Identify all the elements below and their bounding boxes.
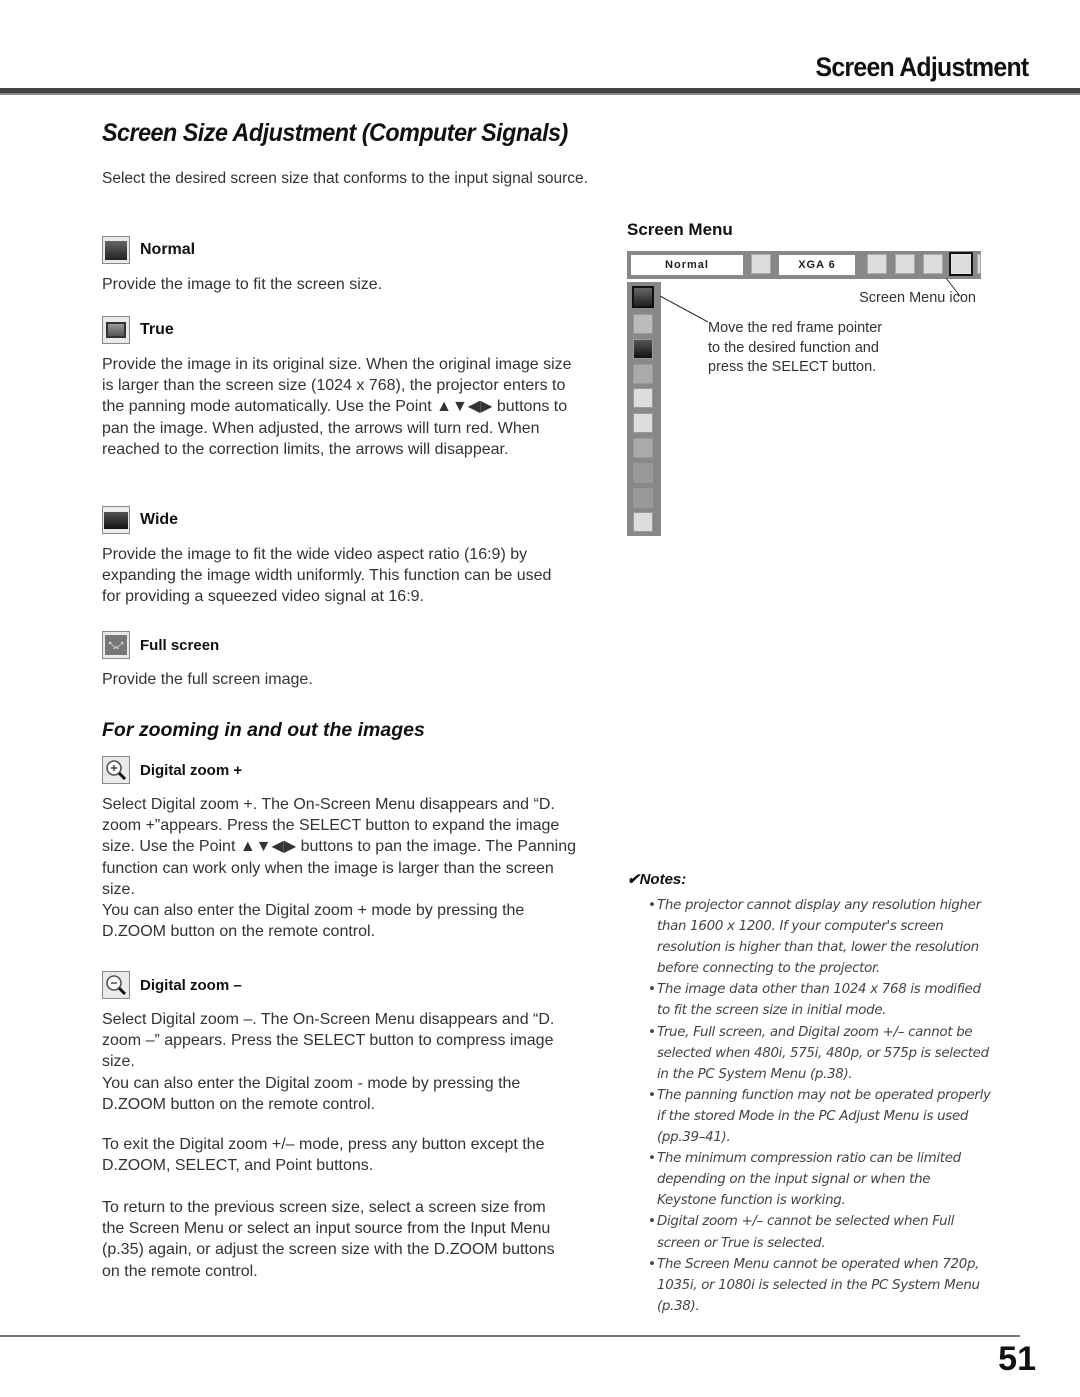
normal-screen-icon	[102, 236, 130, 264]
rear-icon	[633, 488, 653, 508]
note-item: The Screen Menu cannot be operated when …	[648, 1254, 993, 1317]
note-item: True, Full screen, and Digital zoom +/– …	[648, 1022, 993, 1085]
item-wide-heading: Wide	[102, 506, 178, 534]
note-item: The minimum compression ratio can be lim…	[648, 1148, 993, 1211]
item-label: True	[140, 321, 174, 338]
note-item: The image data other than 1024 x 768 is …	[648, 979, 993, 1021]
item-zoom-out-text: Select Digital zoom –. The On-Screen Men…	[102, 1009, 587, 1115]
paragraph: Provide the image to fit the screen size…	[102, 276, 383, 293]
header-rule	[0, 88, 1080, 95]
full-screen-icon	[633, 364, 653, 384]
osd-mode-field: Normal	[631, 255, 743, 275]
true-screen-icon	[102, 316, 130, 344]
return-size-text: To return to the previous screen size, s…	[102, 1199, 555, 1280]
wide-screen-icon	[102, 506, 130, 534]
paragraph: Select Digital zoom +. The On-Screen Men…	[102, 796, 577, 898]
notes-list: The projector cannot display any resolut…	[648, 895, 993, 1317]
page-number: 51	[998, 1340, 1036, 1378]
osd-menu-bar: Normal XGA 6	[627, 251, 981, 279]
wide-icon	[633, 339, 653, 359]
exit-icon	[633, 512, 653, 532]
callout-line: press the SELECT button.	[708, 359, 877, 375]
intro-text: Select the desired screen size that conf…	[102, 170, 588, 187]
paragraph: Provide the image in its original size. …	[102, 356, 572, 458]
zoom-section-title: For zooming in and out the images	[102, 719, 425, 741]
notes-title: Notes:	[639, 871, 687, 888]
zoom-out-icon	[102, 971, 130, 999]
paragraph: You can also enter the Digital zoom + mo…	[102, 902, 525, 941]
image-select-icon	[895, 254, 915, 274]
item-zoom-in-heading: Digital zoom +	[102, 756, 242, 784]
item-wide-text: Provide the image to fit the wide video …	[102, 544, 572, 608]
item-label: Wide	[140, 511, 179, 528]
screen-menu-icon	[949, 252, 973, 276]
pointer-callout: Move the red frame pointer to the desire…	[708, 319, 882, 378]
zoom-in-icon	[633, 388, 653, 408]
keystone-icon	[633, 438, 653, 458]
image-adjust-icon	[923, 254, 943, 274]
callout-line: to the desired function and	[708, 339, 879, 356]
zoom-in-icon	[102, 756, 130, 784]
section-title: Screen Adjustment	[815, 52, 1029, 82]
item-full-screen-heading: ⤡⤢ Full screen	[102, 631, 219, 659]
item-label: Normal	[140, 241, 196, 258]
full-screen-icon: ⤡⤢	[102, 631, 130, 659]
note-item: The projector cannot display any resolut…	[648, 895, 993, 979]
item-zoom-out-heading: Digital zoom –	[102, 971, 242, 999]
paragraph: Provide the full screen image.	[102, 671, 313, 688]
note-item: The panning function may not be operated…	[648, 1085, 993, 1148]
zoom-out-icon	[633, 413, 653, 433]
item-label: Full screen	[140, 636, 220, 654]
input-icon	[751, 254, 771, 274]
item-true-text: Provide the image in its original size. …	[102, 354, 580, 460]
item-label: Digital zoom +	[140, 761, 243, 779]
checkmark-icon: ✔	[627, 871, 640, 888]
screen-menu-title: Screen Menu	[627, 220, 733, 239]
screen-menu-icon-callout: Screen Menu icon	[859, 290, 976, 306]
item-zoom-in-text: Select Digital zoom +. The On-Screen Men…	[102, 794, 582, 942]
page-title: Screen Size Adjustment (Computer Signals…	[102, 119, 568, 147]
item-normal-text: Provide the image to fit the screen size…	[102, 274, 582, 295]
paragraph: You can also enter the Digital zoom - mo…	[102, 1074, 521, 1113]
exit-zoom-text: To exit the Digital zoom +/– mode, press…	[102, 1136, 545, 1175]
paragraph: Select Digital zoom –. The On-Screen Men…	[102, 1011, 555, 1071]
notes-heading: ✔Notes:	[627, 870, 686, 888]
item-true-heading: True	[102, 316, 174, 344]
ceiling-icon	[633, 463, 653, 483]
osd-signal-field: XGA 6	[779, 255, 855, 275]
footer-rule	[0, 1335, 1020, 1337]
item-label: Digital zoom –	[140, 976, 242, 994]
item-normal-heading: Normal	[102, 236, 195, 264]
note-item: Digital zoom +/– cannot be selected when…	[648, 1211, 993, 1253]
pc-adjust-icon	[867, 254, 887, 274]
item-full-screen-text: Provide the full screen image.	[102, 669, 582, 690]
paragraph: Provide the image to fit the wide video …	[102, 546, 552, 606]
callout-line: Move the red frame pointer	[708, 320, 883, 336]
next-icon	[977, 254, 981, 274]
